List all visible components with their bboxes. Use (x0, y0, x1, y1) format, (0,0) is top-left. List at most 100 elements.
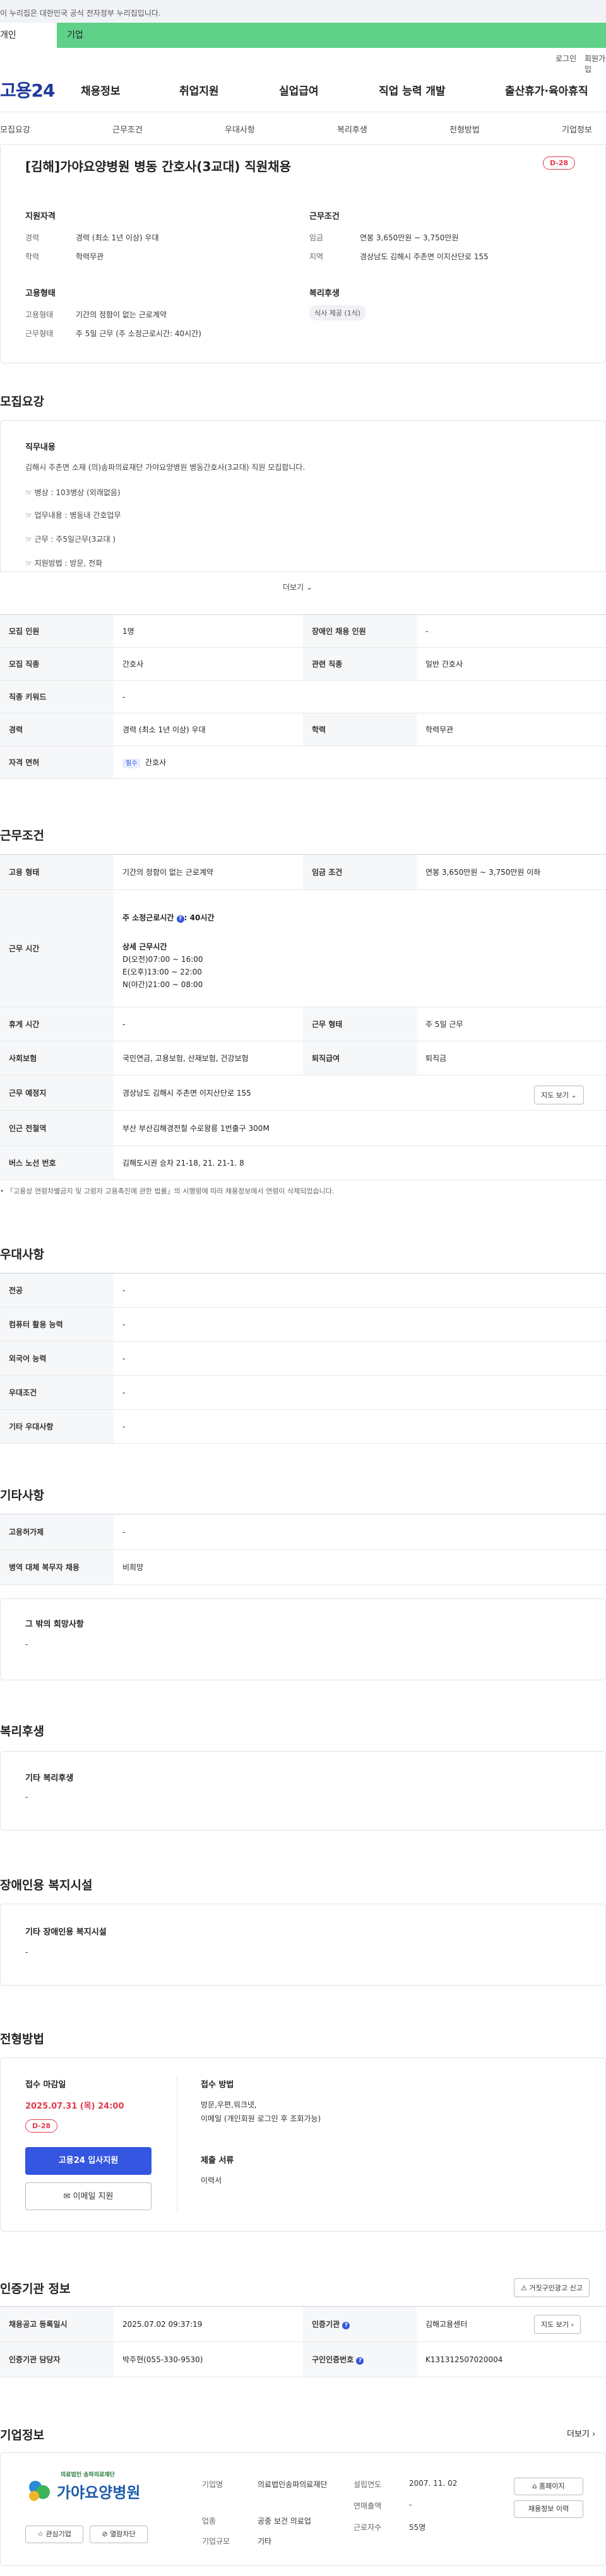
method-heading: 접수 방법 (201, 2080, 234, 2090)
other-wishes-heading: 그 밖의 희망사항 (25, 1620, 84, 1629)
report-fake-ad-button[interactable]: ⚠ 거짓구인광고 신고 (514, 2278, 590, 2297)
block-view-button[interactable]: ⊘ 열람차단 (90, 2526, 148, 2543)
mail-icon: ✉ (63, 2192, 71, 2201)
required-badge: 필수 (122, 759, 141, 768)
welfare-value: - (25, 1793, 28, 1801)
company-logo-small-text: 의료법인 송파의료재단 (61, 2472, 115, 2478)
info-icon[interactable]: ? (356, 2357, 364, 2365)
email-apply-label: 이메일 지원 (73, 2192, 114, 2201)
map-button-label: 지도 보기 (541, 1091, 569, 1099)
info-icon[interactable]: ? (176, 915, 184, 923)
company-more-link[interactable]: 더보기 › (567, 2427, 595, 2439)
docs-value: 이력서 (201, 2176, 222, 2185)
disabled-hire-value: - (417, 614, 606, 648)
edu-value: 학력무관 (417, 713, 606, 746)
block-icon: ⊘ (102, 2530, 108, 2538)
other-wishes-value: - (25, 1640, 28, 1649)
industry-label: 업종 (202, 2517, 217, 2526)
gov-banner-text: 이 누리집은 대한민국 공식 전자정부 누리집입니다. (0, 9, 161, 18)
shift-day: D(오전)07:00 ~ 16:00 (122, 954, 203, 964)
welfare-heading: 복리후생 (309, 289, 340, 298)
employees-value: 55명 (409, 2523, 426, 2532)
career-value: 경력 (최소 1년 이상) 우대 (114, 713, 303, 746)
founded-value: 2007. 11. 02 (409, 2479, 458, 2488)
disabled-facility-heading: 기타 장애인용 복지시설 (25, 1928, 107, 1937)
station-label: 인근 전철역 (0, 1110, 114, 1146)
reg-date-value: 2025.07.02 09:37:19 (114, 2306, 303, 2342)
hours-label: 근무 시간 (0, 889, 114, 1007)
emp-worktype-label: 근무형태 (25, 329, 54, 338)
site-logo[interactable]: 고용24 (0, 77, 55, 102)
gnb-vocational-training[interactable]: 직업 능력 개발 (379, 82, 446, 98)
homepage-button[interactable]: ⌂ 홈페이지 (514, 2478, 583, 2495)
cond-wage-label: 임금 (309, 233, 324, 242)
insurance-value: 국민연금, 고용보험, 산재보험, 건강보험 (114, 1041, 303, 1075)
job-label: 모집 직종 (0, 647, 114, 681)
more-label: 더보기 (283, 583, 304, 592)
tab-process[interactable]: 전형방법 (449, 123, 480, 135)
login-link[interactable]: 로그인 (556, 53, 576, 64)
section-title-agency: 인증기관 정보 (0, 2282, 71, 2296)
cond-region-value: 경상남도 김해시 주촌면 이지산단로 155 (360, 252, 489, 261)
map-button[interactable]: 지도 보기 ⌄ (534, 1086, 584, 1104)
pref-label: 외국어 능력 (0, 1341, 114, 1376)
tab-business[interactable]: 기업 (57, 23, 606, 48)
gnb-jobs[interactable]: 채용정보 (81, 82, 121, 98)
emp-heading: 고용형태 (25, 289, 56, 298)
favorite-company-button[interactable]: ☆ 관심기업 (25, 2526, 83, 2543)
manager-label: 인증기관 담당자 (0, 2341, 114, 2377)
block-label: 열람차단 (110, 2530, 136, 2538)
wage-value: 연봉 3,650만원 ~ 3,750만원 이하 (417, 854, 606, 890)
job-history-button[interactable]: 채용정보 이력 (514, 2500, 583, 2518)
welfare-chip: 식사 제공 (1식) (309, 305, 366, 320)
preferred-table: 전공 - 컴퓨터 활용 능력 - 외국어 능력 - 우대조건 - 기타 우대사항 - (0, 1273, 606, 1444)
company-logo: 의료법인 송파의료재단 가야요양병원 (25, 2470, 158, 2503)
disabled-hire-label: 장애인 채용 인원 (303, 614, 417, 648)
more-button[interactable]: 더보기 ⌄ (283, 582, 312, 592)
chevron-right-icon: › (571, 2321, 574, 2329)
weekly-hours: 주 소정근로시간 ?: 40시간 (122, 911, 597, 924)
info-icon[interactable]: ? (342, 2322, 350, 2329)
pref-value: - (114, 1409, 606, 1444)
keyword-value: - (114, 680, 606, 713)
tab-welfare[interactable]: 복리후생 (337, 123, 367, 135)
company-name-value: 의료법인송파의료재단 (258, 2480, 328, 2489)
tab-conditions[interactable]: 근무조건 (112, 123, 143, 135)
pref-value: - (114, 1341, 606, 1376)
gnb-unemployment-benefit[interactable]: 실업급여 (279, 82, 319, 98)
dday-badge: D-28 (543, 156, 576, 170)
tab-personal[interactable]: 개인 (0, 23, 57, 48)
duty-line: ☞ 업무내용 : 병동내 간호업무 (25, 511, 121, 520)
gnb-parental-leave[interactable]: 출산휴가·육아휴직 (505, 82, 588, 98)
emp-worktype-value: 주 5일 근무 (주 소정근로시간: 40시간) (76, 329, 201, 338)
email-apply-button[interactable]: ✉ 이메일 지원 (25, 2182, 152, 2210)
tab-company[interactable]: 기업정보 (562, 123, 592, 135)
related-job-value: 일반 간호사 (417, 647, 606, 681)
employees-label: 근로자수 (354, 2523, 382, 2532)
tab-preferred[interactable]: 우대사항 (225, 123, 255, 135)
agency-label: 인증기관 (312, 2320, 340, 2329)
pref-value: - (114, 1375, 606, 1410)
license-label: 자격 면허 (0, 746, 114, 779)
tab-recruit[interactable]: 모집요강 (0, 123, 30, 135)
wage-label: 임금 조건 (303, 854, 417, 890)
agency-map-button[interactable]: 지도 보기 › (534, 2315, 581, 2334)
apply-button[interactable]: 고용24 입사지원 (25, 2147, 152, 2175)
weekly-hours-label: 주 소정근로시간 (122, 913, 177, 922)
pref-label: 컴퓨터 활용 능력 (0, 1307, 114, 1342)
method-value-1: 방문,우편,워크넷, (201, 2100, 257, 2109)
license-value: 간호사 (145, 758, 167, 767)
agency-table: 채용공고 등록일시 2025.07.02 09:37:19 인증기관 ? 김해고… (0, 2306, 606, 2377)
age-note-text: 「고용상 연령차별금지 및 고령자 고용촉진에 관한 법률」의 시행령에 따라 … (6, 1187, 335, 1195)
welfare-heading: 기타 복리후생 (25, 1774, 74, 1783)
report-fake-ad-label: 거짓구인광고 신고 (529, 2284, 583, 2292)
edu-label: 학력 (303, 713, 417, 746)
gnb-employment-support[interactable]: 취업지원 (179, 82, 219, 98)
insurance-label: 사회보험 (0, 1041, 114, 1075)
job-title: [김해]가야요양병원 병동 간호사(3교대) 직원채용 (25, 159, 291, 174)
duty-heading: 직무내용 (25, 443, 56, 452)
section-title-process: 전형방법 (0, 2032, 44, 2046)
welfare-card (0, 1751, 606, 1830)
emp-type-label: 고용 형태 (0, 854, 114, 890)
favorite-label: 관심기업 (45, 2530, 71, 2538)
